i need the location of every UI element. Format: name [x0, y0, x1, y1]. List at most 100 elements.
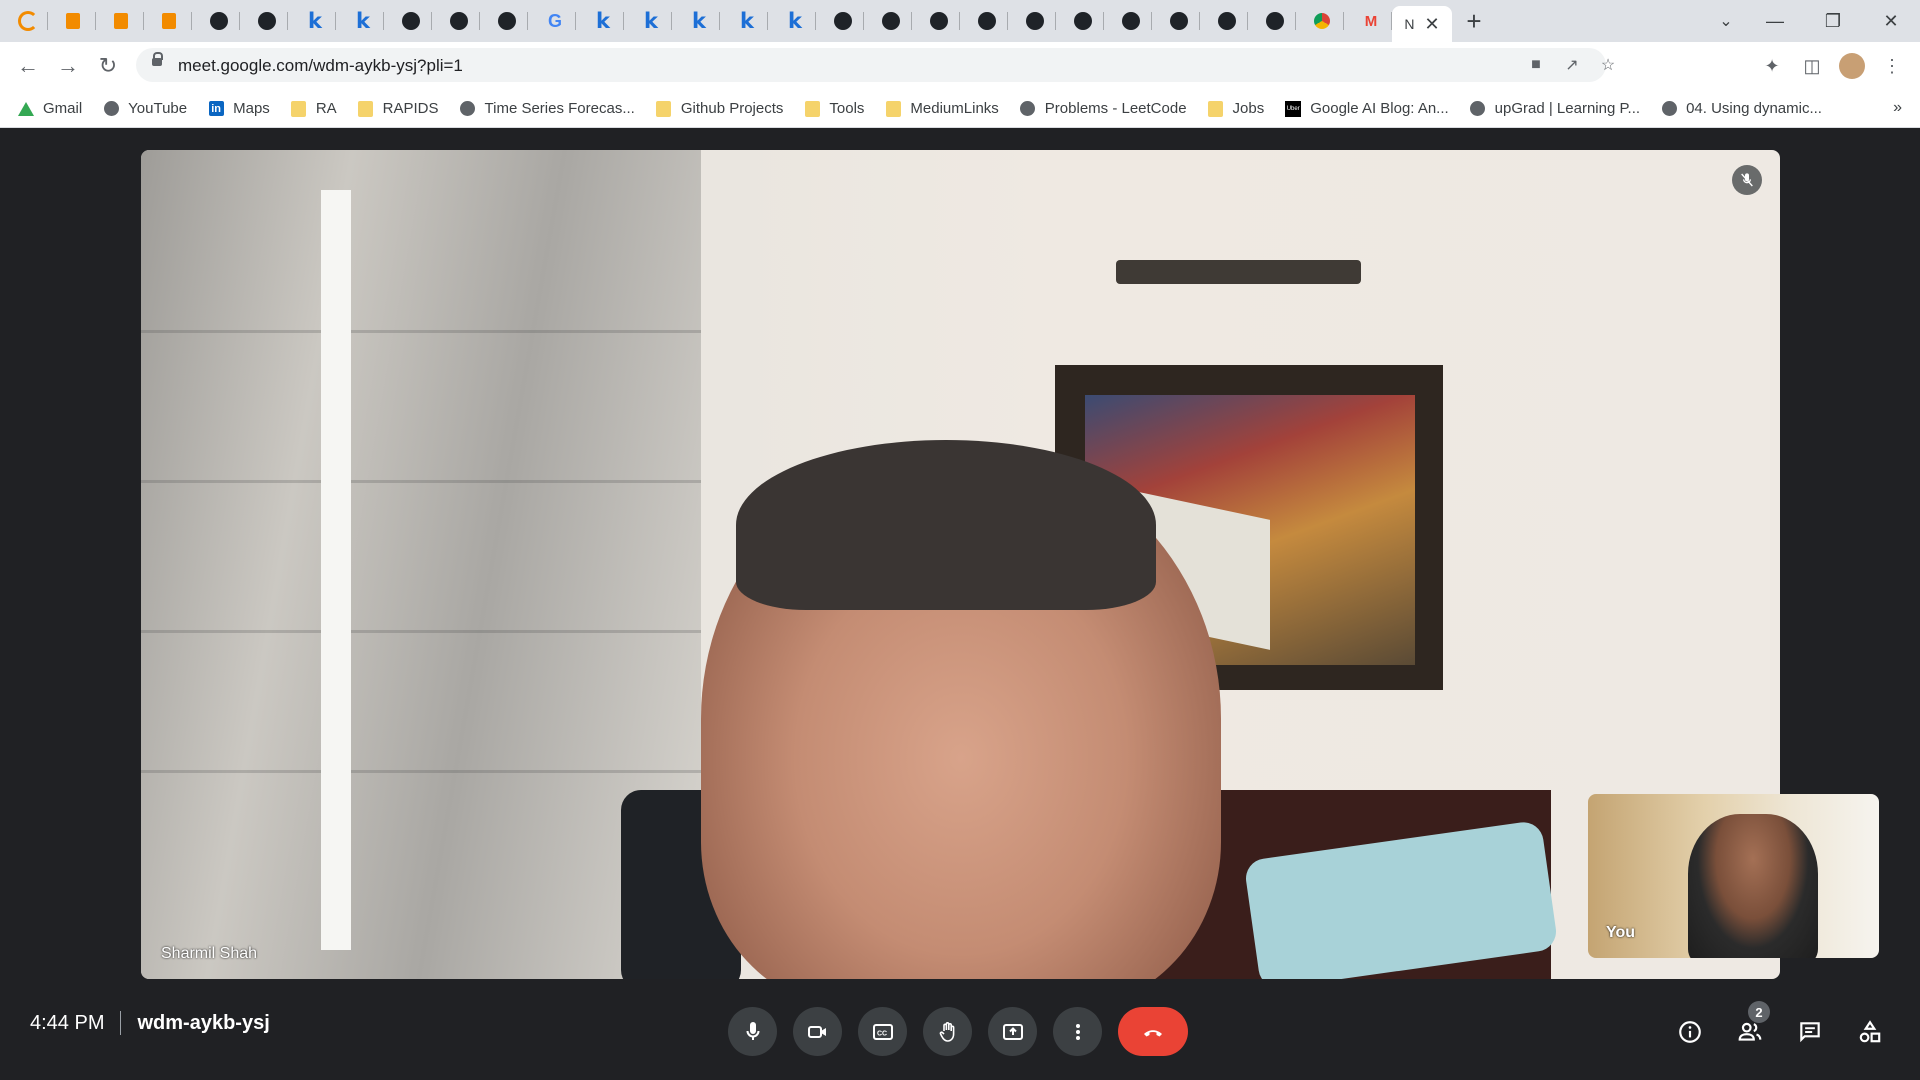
- back-button[interactable]: ←: [12, 50, 44, 82]
- bookmark-item[interactable]: MediumLinks: [885, 100, 999, 117]
- present-button[interactable]: [988, 1007, 1037, 1056]
- meeting-code[interactable]: wdm-aykb-ysj: [137, 1012, 269, 1035]
- tab-15[interactable]: k: [720, 0, 768, 42]
- tab-26[interactable]: [1248, 0, 1296, 42]
- tab-22[interactable]: [1056, 0, 1104, 42]
- tab-5[interactable]: [240, 0, 288, 42]
- tab-16[interactable]: k: [768, 0, 816, 42]
- chat-button[interactable]: [1786, 1007, 1834, 1056]
- share-icon[interactable]: ↗: [1562, 55, 1582, 75]
- k-icon: k: [692, 9, 706, 33]
- tab-21[interactable]: [1008, 0, 1056, 42]
- tab-14[interactable]: k: [672, 0, 720, 42]
- tab-3[interactable]: [144, 0, 192, 42]
- bookmark-label: Gmail: [43, 100, 83, 117]
- restore-button[interactable]: ❐: [1804, 0, 1862, 42]
- globe-icon: [103, 101, 119, 117]
- window-blind: [141, 150, 701, 979]
- self-video-tile[interactable]: You: [1588, 794, 1879, 958]
- tab-27[interactable]: [1296, 0, 1344, 42]
- tab-2[interactable]: [96, 0, 144, 42]
- close-window-button[interactable]: ✕: [1862, 0, 1920, 42]
- bookmark-item[interactable]: in Maps: [208, 100, 270, 117]
- new-tab-button[interactable]: +: [1452, 0, 1496, 42]
- minimize-button[interactable]: —: [1746, 0, 1804, 42]
- side-panel-icon[interactable]: ◫: [1796, 50, 1828, 82]
- leave-call-button[interactable]: [1118, 1007, 1188, 1056]
- bookmark-item[interactable]: upGrad | Learning P...: [1470, 100, 1640, 117]
- raise-hand-button[interactable]: [923, 1007, 972, 1056]
- people-button[interactable]: 2: [1726, 1001, 1774, 1056]
- tab-28[interactable]: M: [1344, 0, 1392, 42]
- bookmark-label: Github Projects: [680, 100, 784, 117]
- camera-button[interactable]: [793, 1007, 842, 1056]
- bookmark-item[interactable]: Time Series Forecas...: [460, 100, 635, 117]
- active-tab[interactable]: N ✕: [1392, 6, 1452, 42]
- participant-name: Sharmil Shah: [161, 945, 258, 962]
- window-controls: — ❐ ✕: [1746, 0, 1920, 42]
- tab-13[interactable]: k: [624, 0, 672, 42]
- bookmark-star-icon[interactable]: ☆: [1598, 55, 1618, 75]
- url-text[interactable]: meet.google.com/wdm-aykb-ysj?pli=1: [178, 56, 463, 76]
- bookmark-item[interactable]: Tools: [804, 100, 864, 117]
- bookmark-item[interactable]: RAPIDS: [358, 100, 439, 117]
- tab-9[interactable]: [432, 0, 480, 42]
- bookmark-item[interactable]: Problems - LeetCode: [1020, 100, 1187, 117]
- tab-17[interactable]: [816, 0, 864, 42]
- microphone-button[interactable]: [728, 1007, 777, 1056]
- tab-search-button[interactable]: ⌄: [1706, 0, 1746, 42]
- tab-23[interactable]: [1104, 0, 1152, 42]
- tab-18[interactable]: [864, 0, 912, 42]
- tab-7[interactable]: k: [336, 0, 384, 42]
- github-icon: [1026, 12, 1044, 30]
- bookmark-item[interactable]: Gmail: [18, 100, 82, 117]
- camera-icon[interactable]: ■: [1526, 55, 1546, 75]
- bookmark-item[interactable]: Jobs: [1208, 100, 1264, 117]
- close-tab-icon[interactable]: ✕: [1425, 14, 1440, 35]
- folder-icon: [1208, 100, 1224, 117]
- browser-toolbar: ← → ↻ meet.google.com/wdm-aykb-ysj?pli=1…: [0, 42, 1920, 90]
- bookmark-item[interactable]: Uber Google AI Blog: An...: [1285, 100, 1449, 117]
- wall-hooks: [1116, 260, 1361, 284]
- book-icon: [114, 13, 128, 29]
- globe-icon: [1470, 101, 1486, 117]
- tab-10[interactable]: [480, 0, 528, 42]
- bookmark-item[interactable]: YouTube: [103, 100, 187, 117]
- tab-4[interactable]: [192, 0, 240, 42]
- github-icon: [882, 12, 900, 30]
- bookmark-item[interactable]: 04. Using dynamic...: [1661, 100, 1822, 117]
- tab-list: k k Gk k k k k M N ✕ +: [0, 0, 1496, 42]
- bookmark-item[interactable]: Github Projects: [656, 100, 784, 117]
- extensions-icon[interactable]: ✦: [1756, 50, 1788, 82]
- tab-20[interactable]: [960, 0, 1008, 42]
- tab-1[interactable]: [48, 0, 96, 42]
- chat-icon: [1800, 1021, 1820, 1042]
- address-bar[interactable]: meet.google.com/wdm-aykb-ysj?pli=1 ■ ↗ ☆: [136, 48, 1615, 82]
- tab-24[interactable]: [1152, 0, 1200, 42]
- main-video-tile[interactable]: Sharmil Shah: [141, 150, 1780, 979]
- tab-0[interactable]: [0, 0, 48, 42]
- tab-19[interactable]: [912, 0, 960, 42]
- tab-strip: k k Gk k k k k M N ✕ + ⌄ — ❐ ✕: [0, 0, 1920, 42]
- bookmark-item[interactable]: RA: [291, 100, 337, 117]
- tab-8[interactable]: [384, 0, 432, 42]
- bookmark-label: upGrad | Learning P...: [1494, 100, 1641, 117]
- tab-25[interactable]: [1200, 0, 1248, 42]
- profile-avatar[interactable]: [1839, 53, 1865, 79]
- github-icon: [402, 12, 420, 30]
- globe-icon: [460, 101, 476, 117]
- more-options-button[interactable]: [1053, 1007, 1102, 1056]
- activities-button[interactable]: [1846, 1007, 1894, 1056]
- forward-button[interactable]: →: [52, 50, 84, 82]
- meet-control-bar: 4:44 PM wdm-aykb-ysj CC 2: [0, 979, 1920, 1079]
- browser-menu-icon[interactable]: ⋮: [1876, 50, 1908, 82]
- reload-button[interactable]: ↻: [92, 50, 124, 82]
- lock-icon: [152, 52, 163, 66]
- captions-button[interactable]: CC: [858, 1007, 907, 1056]
- meeting-details-button[interactable]: [1666, 1007, 1714, 1056]
- bookmarks-overflow-button[interactable]: »: [1893, 99, 1902, 117]
- tab-6[interactable]: k: [288, 0, 336, 42]
- tab-11[interactable]: G: [528, 0, 576, 42]
- call-controls: CC: [728, 1007, 1188, 1056]
- tab-12[interactable]: k: [576, 0, 624, 42]
